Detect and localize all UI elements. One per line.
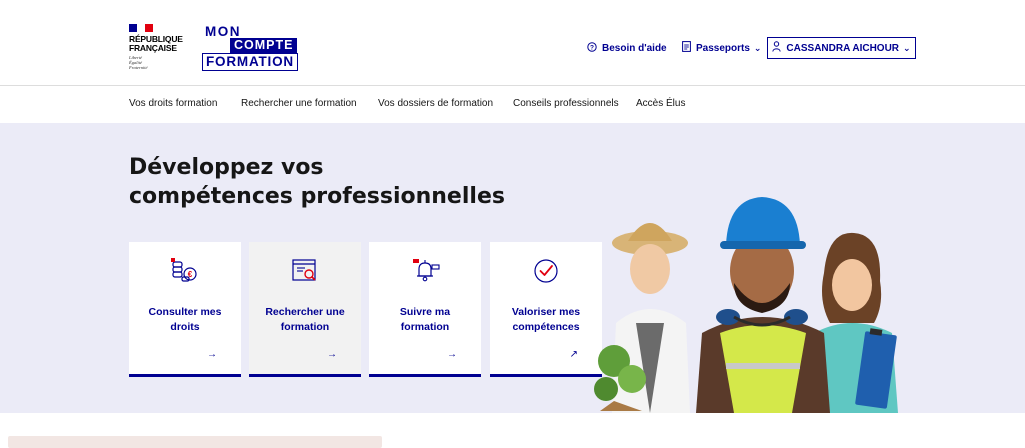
nav-item-dossiers[interactable]: Vos dossiers de formation	[378, 98, 493, 109]
chevron-down-icon: ⌄	[753, 42, 762, 53]
cookie-notice-bar	[8, 436, 382, 448]
arrow-right-icon: →	[327, 349, 337, 360]
card-rechercher-formation[interactable]: Rechercher une formation →	[249, 242, 361, 377]
mon-compte-formation-logo[interactable]: MON COMPTE FORMATION	[201, 24, 298, 72]
republique-francaise-logo[interactable]: RÉPUBLIQUE FRANÇAISE Liberté Égalité Fra…	[129, 24, 193, 70]
notification-bell-icon	[369, 256, 481, 286]
user-icon	[772, 41, 782, 55]
svg-text:?: ?	[590, 44, 594, 51]
help-label: Besoin d'aide	[602, 42, 667, 54]
document-icon	[682, 41, 691, 55]
question-circle-icon: ?	[587, 41, 597, 55]
help-link[interactable]: ? Besoin d'aide	[587, 38, 667, 58]
passports-label: Passeports	[696, 42, 750, 54]
logo-line-mon: MON	[205, 24, 241, 39]
card-label: Rechercher une formation	[265, 306, 345, 333]
user-account-button[interactable]: CASSANDRA AICHOUR ⌄	[767, 37, 916, 59]
passports-menu[interactable]: Passeports ⌄	[682, 38, 761, 58]
card-suivre-formation[interactable]: Suivre ma formation →	[369, 242, 481, 377]
hero-title: Développez vos compétences professionnel…	[129, 155, 505, 209]
card-label: Valoriser mes compétences	[511, 306, 581, 333]
card-label: Consulter mes droits	[148, 306, 222, 333]
hero-section: Développez vos compétences professionnel…	[0, 123, 1025, 413]
arrow-right-icon: →	[207, 349, 217, 360]
nav-item-vos-droits[interactable]: Vos droits formation	[129, 98, 217, 109]
user-name: CASSANDRA AICHOUR	[786, 42, 900, 54]
logo-line-formation: FORMATION	[202, 53, 298, 71]
logo-line-compte: COMPTE	[230, 38, 298, 53]
main-navigation: Vos droits formation Rechercher une form…	[0, 86, 1025, 123]
external-link-icon: ↗	[569, 349, 578, 360]
check-circle-icon	[490, 256, 602, 286]
nav-item-conseils[interactable]: Conseils professionnels	[513, 98, 619, 109]
site-header: RÉPUBLIQUE FRANÇAISE Liberté Égalité Fra…	[0, 0, 1025, 86]
coins-euro-icon: €	[129, 256, 241, 286]
arrow-right-icon: →	[447, 349, 457, 360]
card-label: Suivre ma formation	[399, 306, 451, 333]
gov-motto: Liberté Égalité Fraternité	[129, 55, 148, 70]
nav-item-acces-elus[interactable]: Accès Élus	[636, 98, 685, 109]
chevron-down-icon: ⌄	[903, 42, 911, 53]
card-consulter-droits[interactable]: € Consulter mes droits →	[129, 242, 241, 377]
professionals-illustration	[594, 197, 898, 413]
search-window-icon	[249, 256, 361, 286]
nav-item-rechercher-formation[interactable]: Rechercher une formation	[241, 98, 357, 109]
french-flag-icon	[129, 24, 153, 32]
gov-line-2: FRANÇAISE	[129, 43, 177, 53]
construction-worker-figure	[696, 197, 830, 413]
card-valoriser-competences[interactable]: Valoriser mes compétences ↗	[490, 242, 602, 377]
farmer-figure	[594, 223, 690, 413]
